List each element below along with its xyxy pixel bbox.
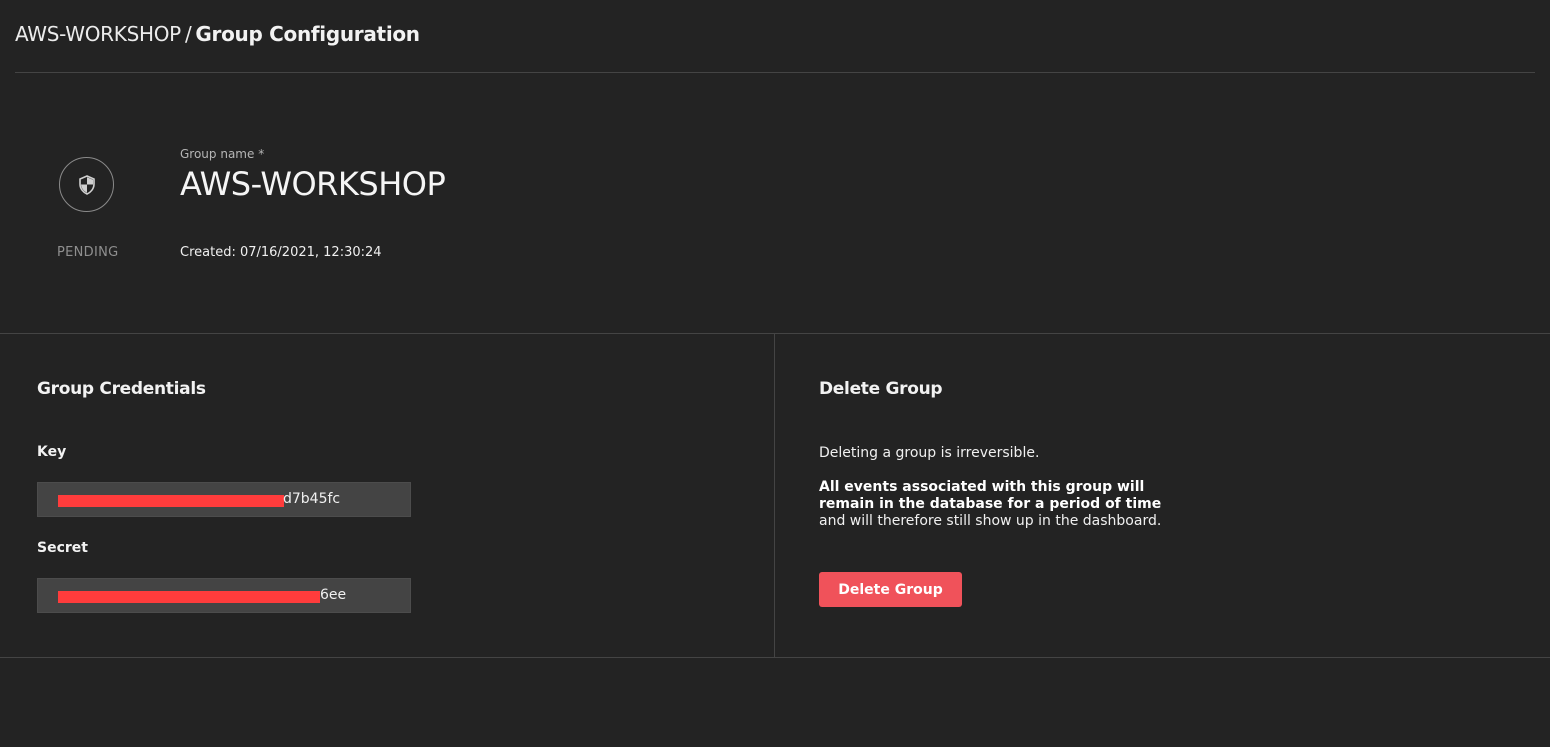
- key-label: Key: [37, 444, 67, 460]
- page-header: AWS-WORKSHOP / Group Configuration: [15, 0, 1535, 73]
- delete-group-button[interactable]: Delete Group: [819, 572, 962, 607]
- breadcrumb: AWS-WORKSHOP / Group Configuration: [15, 22, 420, 46]
- irreversible-warning: Deleting a group is irreversible.: [819, 445, 1040, 461]
- events-retention-rest: and will therefore still show up in the …: [819, 513, 1162, 529]
- events-retention-notice: All events associated with this group wi…: [819, 479, 1179, 530]
- breadcrumb-separator: /: [184, 22, 192, 46]
- group-credentials-title: Group Credentials: [37, 379, 206, 399]
- key-redaction: [58, 495, 284, 507]
- shield-icon-glyph: [79, 175, 95, 195]
- key-field[interactable]: d7b45fc: [37, 482, 411, 517]
- delete-group-title: Delete Group: [819, 379, 943, 399]
- secret-value-suffix: 6ee: [320, 587, 347, 603]
- status-badge: PENDING: [57, 245, 119, 260]
- key-value-suffix: d7b45fc: [283, 491, 341, 507]
- group-credentials-panel: Group Credentials Key d7b45fc Secret 6ee: [0, 334, 775, 658]
- secret-label: Secret: [37, 540, 88, 556]
- created-timestamp: Created: 07/16/2021, 12:30:24: [180, 245, 382, 260]
- page-title: Group Configuration: [195, 22, 420, 46]
- secret-redaction: [58, 591, 320, 603]
- secret-field[interactable]: 6ee: [37, 578, 411, 613]
- delete-group-panel: Delete Group Deleting a group is irrever…: [775, 334, 1550, 658]
- group-name-value[interactable]: AWS-WORKSHOP: [180, 165, 446, 203]
- events-retention-bold: All events associated with this group wi…: [819, 479, 1162, 512]
- group-name-label: Group name *: [180, 147, 265, 161]
- shield-icon: [59, 157, 114, 212]
- breadcrumb-parent-link[interactable]: AWS-WORKSHOP: [15, 22, 181, 46]
- group-summary: PENDING Group name * AWS-WORKSHOP Create…: [0, 73, 1550, 334]
